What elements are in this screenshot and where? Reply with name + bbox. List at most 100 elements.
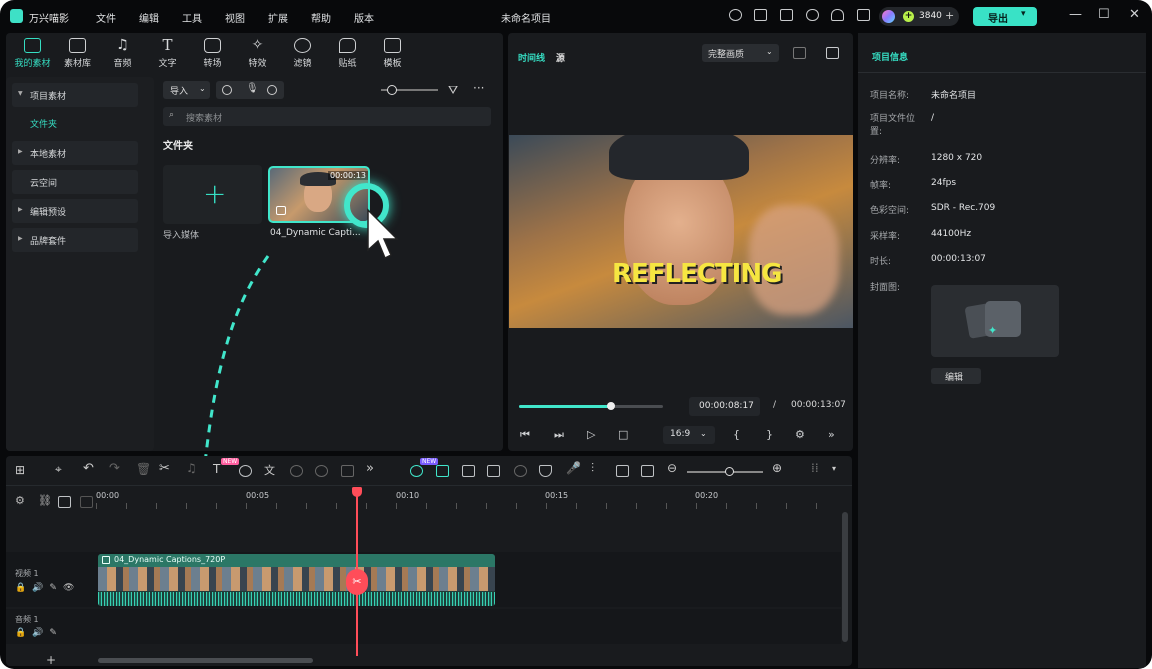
- tool-stickers[interactable]: 贴纸: [325, 38, 370, 69]
- timeline-video-clip[interactable]: 04_Dynamic Captions_720P: [98, 554, 495, 606]
- fit-icon[interactable]: [641, 465, 654, 477]
- redo-icon[interactable]: ↷: [109, 461, 120, 476]
- motion-icon[interactable]: [514, 465, 527, 477]
- menu-tools[interactable]: 工具: [182, 10, 202, 25]
- gift-icon[interactable]: [857, 9, 870, 21]
- tool-templates[interactable]: 模板: [370, 38, 415, 69]
- chevron-down-icon[interactable]: ▾: [832, 464, 836, 473]
- mic-icon[interactable]: 🎙: [246, 83, 259, 94]
- audio-detach-icon[interactable]: ♫: [186, 461, 197, 475]
- menu-help[interactable]: 帮助: [311, 10, 331, 25]
- zoom-knob[interactable]: [725, 467, 734, 476]
- credits-badge[interactable]: + 3840 +: [879, 7, 959, 26]
- sidebar-item-brand-kit[interactable]: ▶ 品牌套件: [12, 228, 138, 252]
- vertical-scrollbar[interactable]: [842, 512, 848, 642]
- color-icon[interactable]: [315, 465, 328, 477]
- track-controls-icon[interactable]: 🔒🔊✎👁: [15, 583, 80, 593]
- scissor-icon[interactable]: ✂: [346, 569, 368, 595]
- tool-stock[interactable]: 素材库: [55, 38, 100, 69]
- play-icon[interactable]: ▷: [587, 428, 595, 441]
- settings-icon[interactable]: ⚙: [15, 494, 25, 507]
- tool-transition[interactable]: 转场: [190, 38, 235, 69]
- menu-file[interactable]: 文件: [96, 10, 116, 25]
- undo-icon[interactable]: ↶: [83, 461, 94, 476]
- zoom-out-icon[interactable]: ⊖: [667, 461, 677, 475]
- voiceover-icon[interactable]: [267, 85, 277, 95]
- stop-icon[interactable]: □: [618, 428, 628, 441]
- menu-view[interactable]: 视图: [225, 10, 245, 25]
- cloud-icon[interactable]: [806, 9, 819, 21]
- cover-image[interactable]: ✦: [931, 285, 1059, 357]
- add-credit-icon[interactable]: +: [945, 9, 954, 22]
- speed-icon[interactable]: [290, 465, 303, 477]
- keyframe-icon[interactable]: [487, 465, 500, 477]
- sidebar-item-folder[interactable]: 文件夹: [30, 117, 57, 130]
- maximize-icon[interactable]: ☐: [1098, 7, 1110, 22]
- tool-effects[interactable]: ✧ 特效: [235, 38, 280, 70]
- save-icon[interactable]: [780, 9, 793, 21]
- ai-copilot-icon[interactable]: [410, 465, 423, 477]
- menu-extend[interactable]: 扩展: [268, 10, 288, 25]
- menu-edit[interactable]: 编辑: [139, 10, 159, 25]
- mark-out-icon[interactable]: }: [766, 428, 773, 441]
- stabilize-icon[interactable]: [341, 465, 354, 477]
- sidebar-item-cloud[interactable]: 云空间: [12, 170, 138, 194]
- unlink-icon[interactable]: ⛓: [38, 494, 52, 507]
- close-icon[interactable]: ✕: [1129, 7, 1140, 22]
- slider-knob[interactable]: [387, 85, 397, 95]
- feedback-icon[interactable]: [729, 9, 742, 21]
- import-dropdown[interactable]: 导入 ⌄: [163, 81, 210, 99]
- track-controls-icon[interactable]: 🔒🔊✎: [15, 628, 63, 638]
- text-to-speech-icon[interactable]: T: [213, 462, 220, 476]
- grid-view-icon[interactable]: [793, 47, 806, 59]
- delete-icon[interactable]: 🗑: [136, 462, 151, 476]
- thumbnail-size-slider[interactable]: [381, 85, 438, 95]
- translate-icon[interactable]: 文: [264, 462, 275, 478]
- select-tool-icon[interactable]: ⌖: [55, 462, 62, 477]
- link-icon[interactable]: [58, 496, 71, 508]
- sidebar-item-local-media[interactable]: ▶ 本地素材: [12, 141, 138, 165]
- headset-icon[interactable]: [831, 9, 844, 21]
- menu-version[interactable]: 版本: [354, 10, 374, 25]
- tool-filters[interactable]: 滤镜: [280, 38, 325, 69]
- tool-text[interactable]: T 文字: [145, 38, 190, 70]
- time-ruler[interactable]: 00:00 00:05 00:10 00:15 00:20: [96, 489, 841, 509]
- mark-in-icon[interactable]: {: [733, 428, 740, 441]
- sidebar-item-project-media[interactable]: ▼ 项目素材: [12, 83, 138, 107]
- prev-frame-icon[interactable]: ⏮: [520, 428, 530, 442]
- sidebar-item-presets[interactable]: ▶ 编辑预设: [12, 199, 138, 223]
- more-controls-icon[interactable]: »: [828, 428, 835, 441]
- zoom-in-icon[interactable]: ⊕: [772, 461, 782, 475]
- add-scene-icon[interactable]: [462, 465, 475, 477]
- horizontal-scrollbar[interactable]: [98, 658, 313, 663]
- image-icon[interactable]: [826, 47, 839, 59]
- layout-grid-icon[interactable]: ⊞: [15, 463, 25, 477]
- smart-cut-icon[interactable]: [436, 465, 449, 477]
- playback-progress[interactable]: [519, 402, 663, 410]
- add-track-icon[interactable]: +: [46, 653, 56, 667]
- edit-cover-button[interactable]: 编辑: [931, 368, 981, 384]
- split-icon[interactable]: ✂: [159, 461, 170, 476]
- more-icon[interactable]: ···: [473, 81, 484, 95]
- zoom-slider[interactable]: [687, 467, 763, 476]
- import-media-card[interactable]: +: [163, 165, 262, 224]
- chevron-down-icon[interactable]: ▾: [1021, 9, 1026, 19]
- search-input[interactable]: ⌕ 搜索素材: [163, 107, 491, 126]
- voiceover-mic-icon[interactable]: 🎤: [566, 461, 581, 475]
- crop-icon[interactable]: [239, 465, 252, 477]
- quality-select[interactable]: 完整画质 ⌄: [702, 44, 779, 62]
- snapshot-icon[interactable]: [616, 465, 629, 477]
- tool-my-media[interactable]: 我的素材: [10, 38, 55, 69]
- caption-icon[interactable]: [80, 496, 93, 508]
- shield-icon[interactable]: [539, 465, 552, 477]
- settings-icon[interactable]: ⚙: [795, 428, 805, 441]
- minimize-icon[interactable]: —: [1069, 7, 1082, 22]
- tool-audio[interactable]: ♫ 音频: [100, 38, 145, 70]
- tab-source[interactable]: 源: [556, 54, 565, 64]
- record-icon[interactable]: [222, 85, 232, 95]
- audio-mixer-icon[interactable]: ⫶: [591, 461, 594, 476]
- next-frame-icon[interactable]: ⏭: [554, 428, 564, 442]
- filter-icon[interactable]: ⛛: [448, 83, 458, 98]
- track-layout-icon[interactable]: ⁞⁞: [811, 461, 819, 475]
- aspect-ratio-select[interactable]: 16:9 ⌄: [663, 426, 715, 444]
